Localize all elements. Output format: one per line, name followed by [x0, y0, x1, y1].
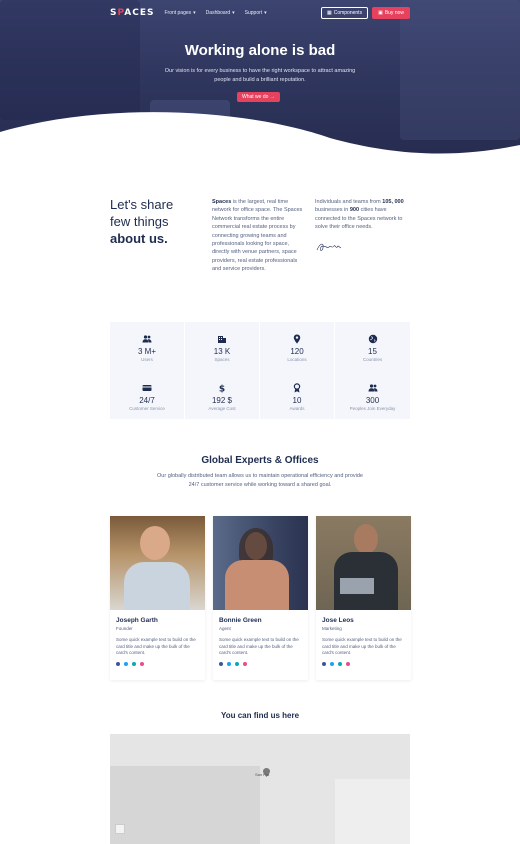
stat-label: Countries	[362, 357, 383, 362]
dollar-icon: $	[217, 383, 227, 394]
stat-item: $192 $ Average Cost	[185, 370, 260, 419]
award-icon	[292, 382, 302, 393]
signature-image	[316, 243, 342, 251]
stat-label: Customer Service	[129, 405, 165, 411]
stats-panel: 3 M+ Users 13 K Spaces 120 Locations 15 Countri…	[110, 322, 410, 419]
hero-section: SPACES Front pages ▾ Dashboard ▾ Support ▾ …	[0, 0, 520, 160]
stat-value: 10	[292, 395, 302, 405]
team-member-name: Joseph Garth	[116, 617, 158, 624]
slack-icon[interactable]	[235, 661, 239, 666]
stat-label: Spaces	[214, 357, 230, 362]
twitter-icon[interactable]	[124, 661, 128, 666]
facebook-icon[interactable]	[219, 661, 223, 666]
map-land	[110, 766, 260, 844]
map-pin-icon	[292, 334, 302, 344]
team-subtitle: Our globally distributed team allows us …	[157, 473, 363, 488]
brand-logo[interactable]: SPACES	[110, 8, 154, 18]
stat-value: 120	[290, 347, 304, 356]
map[interactable]: San Fra	[110, 734, 410, 844]
team-member-role: Agent	[219, 626, 231, 631]
team-member-photo	[213, 516, 308, 610]
team-member-desc: Some quick example text to build on the …	[322, 637, 402, 656]
map-city-label: San Fra	[255, 772, 270, 777]
team-title: Global Experts & Offices	[201, 455, 319, 466]
hero-title: Working alone is bad	[184, 42, 336, 59]
navbar: SPACES Front pages ▾ Dashboard ▾ Support ▾ …	[110, 6, 410, 20]
stat-value: 300	[365, 395, 380, 405]
stat-value: 13 K	[213, 347, 231, 356]
nav-item-dashboard[interactable]: Dashboard ▾	[206, 10, 235, 16]
nav-item-support[interactable]: Support ▾	[245, 10, 267, 16]
facebook-icon[interactable]	[116, 661, 120, 666]
users-icon	[368, 383, 378, 393]
building-icon	[217, 334, 227, 344]
team-member-name: Bonnie Green	[219, 617, 262, 624]
components-button[interactable]: ▦ Components	[320, 7, 369, 19]
team-member-role: Marketing	[322, 626, 342, 631]
nav-item-front-pages[interactable]: Front pages ▾	[164, 10, 195, 16]
chevron-down-icon: ▾	[264, 10, 267, 16]
hero-subtitle: Our vision is for every business to have…	[164, 68, 356, 83]
stat-label: Locations	[287, 357, 307, 362]
hero-wave	[0, 112, 520, 160]
stat-label: Users	[141, 357, 153, 362]
team-member-desc: Some quick example text to build on the …	[116, 637, 196, 656]
stat-label: Average Cost	[208, 405, 236, 411]
stat-item: 3 M+ Users	[110, 322, 185, 371]
team-card: Joseph Garth Founder Some quick example …	[110, 516, 205, 680]
map-zoom-control[interactable]	[115, 824, 125, 834]
stat-item: 15 Countries	[335, 322, 410, 371]
team-card: Bonnie Green Agent Some quick example te…	[213, 516, 308, 680]
globe-icon	[368, 334, 378, 344]
stat-item: 13 K Spaces	[185, 322, 260, 371]
stat-item: 300 Peoples Join Everyday	[335, 371, 410, 420]
about-heading: Let's share few things about us.	[110, 197, 174, 246]
stat-item: 10 Awards	[260, 370, 335, 419]
dribbble-icon[interactable]	[140, 661, 144, 666]
stat-value: 15	[368, 347, 377, 356]
team-member-photo	[110, 516, 205, 610]
about-text-1: Spaces is the largest, real time network…	[212, 199, 303, 273]
users-icon	[142, 334, 152, 344]
team-member-desc: Some quick example text to build on the …	[219, 637, 299, 656]
map-title: You can find us here	[220, 711, 300, 720]
dribbble-icon[interactable]	[243, 661, 247, 666]
chevron-down-icon: ▾	[232, 10, 235, 16]
stat-value: 24/7	[139, 395, 155, 405]
grid-icon: ▦	[326, 10, 332, 16]
twitter-icon[interactable]	[330, 661, 334, 666]
stat-item: 24/7 Customer Service	[110, 370, 185, 419]
stat-value: 3 M+	[137, 347, 156, 356]
team-member-photo	[316, 516, 411, 610]
buy-now-button[interactable]: ▣ Buy now	[372, 7, 410, 19]
stat-item: 120 Locations	[260, 322, 335, 371]
cart-icon: ▣	[378, 10, 383, 16]
svg-text:$: $	[219, 384, 225, 393]
dribbble-icon[interactable]	[346, 661, 350, 666]
facebook-icon[interactable]	[322, 661, 326, 666]
team-card: Jose Leos Marketing Some quick example t…	[316, 516, 411, 680]
slack-icon[interactable]	[132, 661, 136, 666]
twitter-icon[interactable]	[227, 661, 231, 666]
team-member-name: Jose Leos	[322, 617, 354, 624]
team-member-role: Founder	[116, 626, 133, 631]
slack-icon[interactable]	[338, 661, 342, 666]
stat-label: Peoples Join Everyday	[349, 405, 396, 411]
stat-value: 192 $	[211, 395, 233, 405]
about-text-2: Individuals and teams from 105, 000 busi…	[315, 199, 404, 231]
chevron-down-icon: ▾	[193, 10, 196, 16]
credit-card-icon	[142, 383, 152, 393]
map-land	[335, 779, 410, 844]
stat-label: Awards	[289, 405, 305, 411]
